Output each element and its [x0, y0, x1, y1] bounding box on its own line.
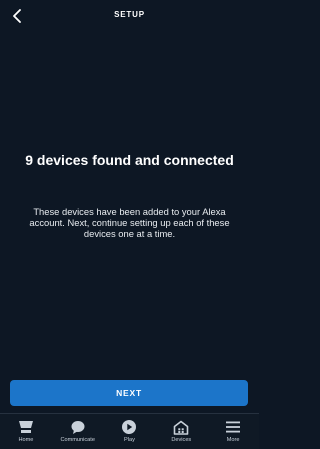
nav-label-communicate: Communicate: [60, 437, 95, 443]
nav-item-more[interactable]: More: [207, 414, 259, 449]
next-button[interactable]: NEXT: [10, 380, 248, 406]
setup-screen: SETUP 9 devices found and connected Thes…: [0, 0, 259, 449]
nav-item-play[interactable]: Play: [104, 414, 156, 449]
nav-label-devices: Devices: [171, 437, 192, 443]
play-icon: [120, 419, 138, 435]
bottom-navigation: Home Communicate Play Devices More: [0, 413, 259, 449]
home-icon: [17, 419, 35, 435]
devices-found-headline: 9 devices found and connected: [25, 152, 234, 168]
header-bar: SETUP: [0, 0, 259, 32]
nav-label-more: More: [226, 437, 240, 443]
nav-item-communicate[interactable]: Communicate: [52, 414, 104, 449]
devices-added-message: These devices have been added to your Al…: [29, 206, 230, 239]
chat-bubble-icon: [69, 419, 87, 435]
page-title: SETUP: [114, 10, 145, 19]
nav-item-home[interactable]: Home: [0, 414, 52, 449]
nav-item-devices[interactable]: Devices: [155, 414, 207, 449]
devices-icon: [172, 419, 190, 435]
menu-icon: [224, 419, 242, 435]
nav-label-play: Play: [124, 437, 135, 443]
nav-label-home: Home: [18, 437, 34, 443]
